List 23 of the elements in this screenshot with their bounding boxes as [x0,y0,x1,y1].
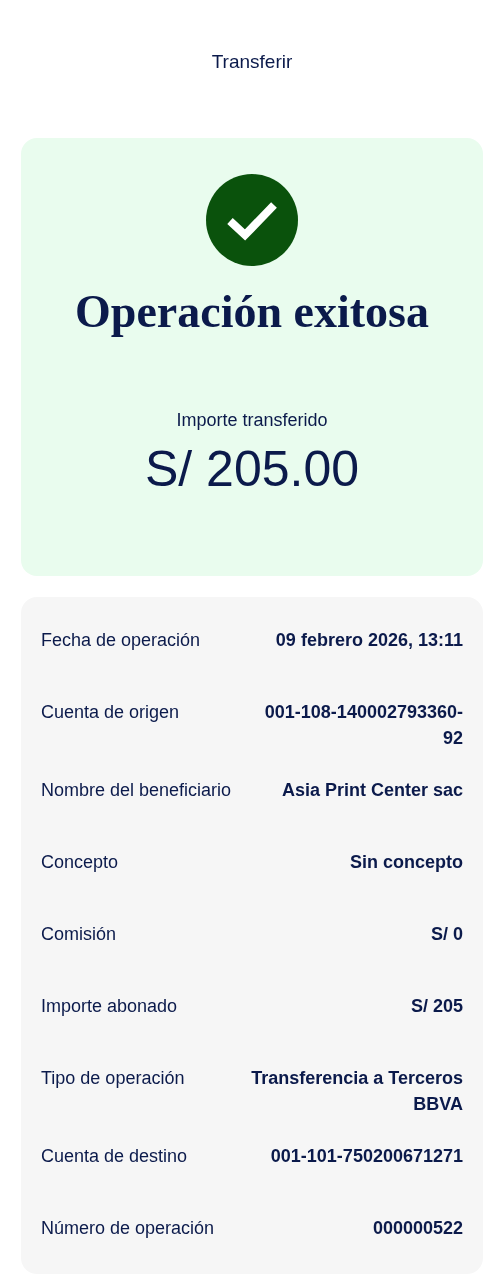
detail-value: S/ 0 [430,923,463,946]
detail-label: Comisión [41,923,117,946]
detail-label: Fecha de operación [41,629,201,652]
page-title: Transferir [210,50,294,74]
amount-value: S/ 205.00 [143,442,361,498]
detail-value: Asia Print Center sac [281,779,463,802]
detail-label: Nombre del beneficiario [41,779,232,802]
detail-value: S/ 205 [410,995,463,1018]
success-title: Operación exitosa [74,285,430,339]
detail-value: Sin concepto [350,851,463,874]
checkmark-icon [206,174,298,266]
detail-label: Cuenta de destino [41,1145,188,1168]
detail-label: Cuenta de origen [41,701,180,724]
detail-value: Transferencia a Terceros BBVA [250,1067,463,1116]
detail-value: 001-108-140002793360-92 [263,701,463,750]
detail-label: Tipo de operación [41,1067,185,1090]
detail-value: 001-101-750200671271 [270,1145,463,1168]
detail-value: 09 febrero 2026, 13:11 [275,629,463,652]
detail-value: 000000522 [372,1217,463,1240]
detail-label: Importe abonado [41,995,178,1018]
detail-label: Concepto [41,851,119,874]
detail-label: Número de operación [41,1217,215,1240]
amount-label: Importe transferido [175,409,329,433]
